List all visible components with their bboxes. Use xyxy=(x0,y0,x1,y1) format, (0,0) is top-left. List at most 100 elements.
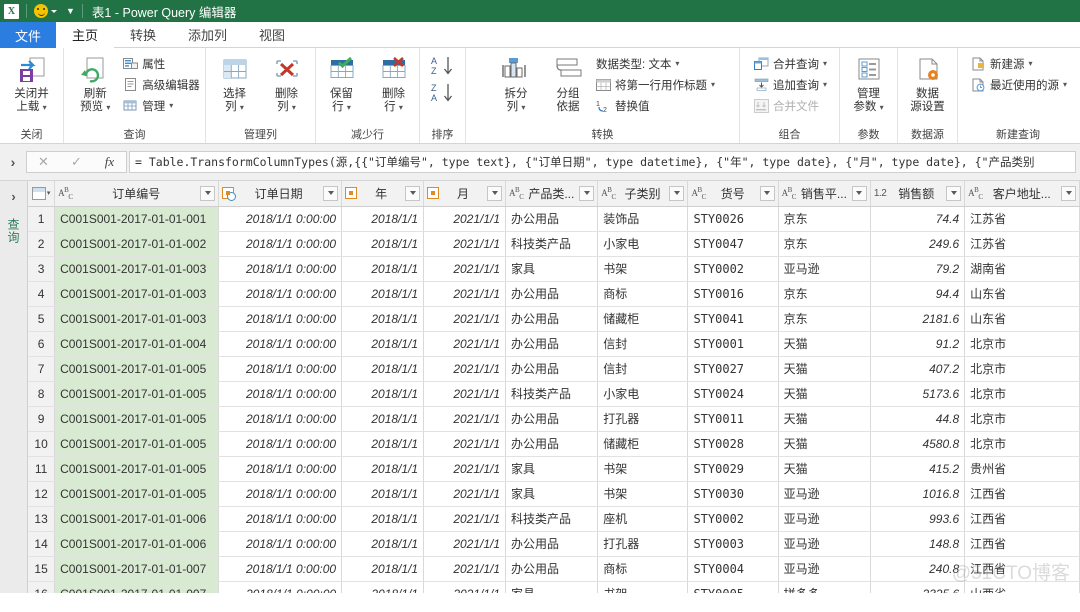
table-cell[interactable]: C001S001-2017-01-01-007 xyxy=(54,556,220,582)
choose-columns-button[interactable]: 选择 列 ▾ xyxy=(209,51,261,114)
recent-sources-dropdown-icon[interactable]: ▾ xyxy=(1063,80,1067,89)
table-cell[interactable]: 北京市 xyxy=(964,356,1080,382)
table-row[interactable]: 12 C001S001-2017-01-01-005 2018/1/1 0:00:0… xyxy=(28,481,1080,507)
row-number[interactable]: 6 xyxy=(28,331,56,357)
table-cell[interactable]: 装饰品 xyxy=(597,206,689,232)
use-first-row-header-button[interactable]: 将第一行用作标题 ▾ xyxy=(594,74,715,95)
row-number[interactable]: 14 xyxy=(28,531,56,557)
table-cell[interactable]: 小家电 xyxy=(597,381,689,407)
table-cell[interactable]: 2021/1/1 xyxy=(423,256,507,282)
table-cell[interactable]: 亚马逊 xyxy=(778,556,871,582)
column-filter-button[interactable] xyxy=(200,185,216,201)
table-cell[interactable]: 储藏柜 xyxy=(597,431,689,457)
table-cell[interactable]: 山东省 xyxy=(964,306,1080,332)
table-cell[interactable]: 北京市 xyxy=(964,406,1080,432)
table-cell[interactable]: 240.8 xyxy=(870,556,966,582)
table-cell[interactable]: 2018/1/1 0:00:00 xyxy=(218,281,343,307)
column-header-customer-address[interactable]: ABC 客户地址... xyxy=(964,181,1080,207)
data-source-settings-button[interactable]: 数据 源设置 xyxy=(902,51,954,114)
table-cell[interactable]: 2018/1/1 xyxy=(341,381,425,407)
table-cell[interactable]: 2018/1/1 0:00:00 xyxy=(218,356,343,382)
fx-icon[interactable]: fx xyxy=(93,152,126,172)
table-cell[interactable]: C001S001-2017-01-01-006 xyxy=(54,531,220,557)
table-cell[interactable]: C001S001-2017-01-01-003 xyxy=(54,281,220,307)
column-header-item-number[interactable]: ABC 货号 xyxy=(687,181,779,207)
table-cell[interactable]: 2018/1/1 0:00:00 xyxy=(218,306,343,332)
table-cell[interactable]: 2021/1/1 xyxy=(423,506,507,532)
table-cell[interactable]: 2018/1/1 xyxy=(341,231,425,257)
table-cell[interactable]: 京东 xyxy=(778,306,871,332)
new-source-dropdown-icon[interactable]: ▾ xyxy=(1028,59,1032,68)
table-cell[interactable]: STY0002 xyxy=(687,506,779,532)
table-cell[interactable]: 江西省 xyxy=(964,531,1080,557)
table-cell[interactable]: STY0026 xyxy=(687,206,779,232)
table-cell[interactable]: 2018/1/1 xyxy=(341,481,425,507)
refresh-preview-button[interactable]: 刷新 预览 ▾ xyxy=(69,51,121,114)
table-cell[interactable]: STY0001 xyxy=(687,331,779,357)
select-all-table-icon[interactable]: ▾ xyxy=(28,181,56,207)
table-cell[interactable]: C001S001-2017-01-01-005 xyxy=(54,406,220,432)
table-cell[interactable]: 天猫 xyxy=(778,356,871,382)
manage-button[interactable]: 管理 ▾ xyxy=(121,95,200,116)
table-cell[interactable]: 书架 xyxy=(597,581,689,593)
group-by-button[interactable]: 分组 依据 xyxy=(542,51,594,114)
manage-parameters-button[interactable]: 管理 参数 ▾ xyxy=(843,51,895,114)
row-number[interactable]: 16 xyxy=(28,581,56,593)
table-cell[interactable]: 2021/1/1 xyxy=(423,431,507,457)
table-cell[interactable]: 北京市 xyxy=(964,331,1080,357)
table-row[interactable]: 2 C001S001-2017-01-01-002 2018/1/1 0:00:00… xyxy=(28,231,1080,257)
column-filter-button[interactable] xyxy=(669,185,685,201)
table-cell[interactable]: STY0011 xyxy=(687,406,779,432)
table-cell[interactable]: 办公用品 xyxy=(505,431,599,457)
table-cell[interactable]: STY0003 xyxy=(687,531,779,557)
table-cell[interactable]: STY0030 xyxy=(687,481,779,507)
row-number[interactable]: 1 xyxy=(28,206,56,232)
table-cell[interactable]: 座机 xyxy=(597,506,689,532)
table-cell[interactable]: 2021/1/1 xyxy=(423,356,507,382)
table-cell[interactable]: 贵州省 xyxy=(964,456,1080,482)
table-cell[interactable]: C001S001-2017-01-01-003 xyxy=(54,256,220,282)
append-queries-button[interactable]: 追加查询 ▾ xyxy=(752,74,827,95)
table-cell[interactable]: 办公用品 xyxy=(505,306,599,332)
column-filter-button[interactable] xyxy=(946,185,962,201)
table-cell[interactable]: 2018/1/1 xyxy=(341,206,425,232)
smiley-dropdown-icon[interactable] xyxy=(51,9,57,13)
column-filter-button[interactable] xyxy=(323,185,339,201)
table-cell[interactable]: STY0002 xyxy=(687,256,779,282)
table-cell[interactable]: 2018/1/1 0:00:00 xyxy=(218,206,343,232)
table-cell[interactable]: 办公用品 xyxy=(505,406,599,432)
replace-values-button[interactable]: 1 2 替换值 xyxy=(594,95,715,116)
row-number[interactable]: 15 xyxy=(28,556,56,582)
table-cell[interactable]: 2018/1/1 xyxy=(341,581,425,593)
column-header-sales-amount[interactable]: 1.2 销售额 xyxy=(870,181,966,207)
column-header-sales-platform[interactable]: ABC 销售平... xyxy=(778,181,871,207)
column-filter-button[interactable] xyxy=(405,185,421,201)
table-cell[interactable]: 79.2 xyxy=(870,256,966,282)
table-cell[interactable]: 2018/1/1 0:00:00 xyxy=(218,231,343,257)
formula-input[interactable]: = Table.TransformColumnTypes(源,{{"订单编号",… xyxy=(129,151,1076,173)
column-filter-button[interactable] xyxy=(851,185,867,201)
table-cell[interactable]: STY0005 xyxy=(687,581,779,593)
table-cell[interactable]: 家具 xyxy=(505,581,599,593)
table-cell[interactable]: 办公用品 xyxy=(505,556,599,582)
column-header-year[interactable]: 年 xyxy=(341,181,425,207)
table-cell[interactable]: 小家电 xyxy=(597,231,689,257)
table-cell[interactable]: 415.2 xyxy=(870,456,966,482)
table-cell[interactable]: 2021/1/1 xyxy=(423,531,507,557)
table-row[interactable]: 7 C001S001-2017-01-01-005 2018/1/1 0:00:00… xyxy=(28,356,1080,382)
table-cell[interactable]: 家具 xyxy=(505,256,599,282)
table-cell[interactable]: 2018/1/1 0:00:00 xyxy=(218,481,343,507)
table-cell[interactable]: 湖南省 xyxy=(964,256,1080,282)
table-row[interactable]: 1 C001S001-2017-01-01-001 2018/1/1 0:00:00… xyxy=(28,206,1080,232)
table-cell[interactable]: 办公用品 xyxy=(505,281,599,307)
table-cell[interactable]: 办公用品 xyxy=(505,206,599,232)
table-cell[interactable]: 商标 xyxy=(597,556,689,582)
table-cell[interactable]: C001S001-2017-01-01-005 xyxy=(54,481,220,507)
table-row[interactable]: 14 C001S001-2017-01-01-006 2018/1/1 0:00:0… xyxy=(28,531,1080,557)
table-cell[interactable]: 2018/1/1 xyxy=(341,556,425,582)
table-cell[interactable]: 407.2 xyxy=(870,356,966,382)
table-row[interactable]: 6 C001S001-2017-01-01-004 2018/1/1 0:00:00… xyxy=(28,331,1080,357)
column-header-order-date[interactable]: 订单日期 xyxy=(218,181,343,207)
table-cell[interactable]: 办公用品 xyxy=(505,356,599,382)
table-cell[interactable]: 打孔器 xyxy=(597,531,689,557)
